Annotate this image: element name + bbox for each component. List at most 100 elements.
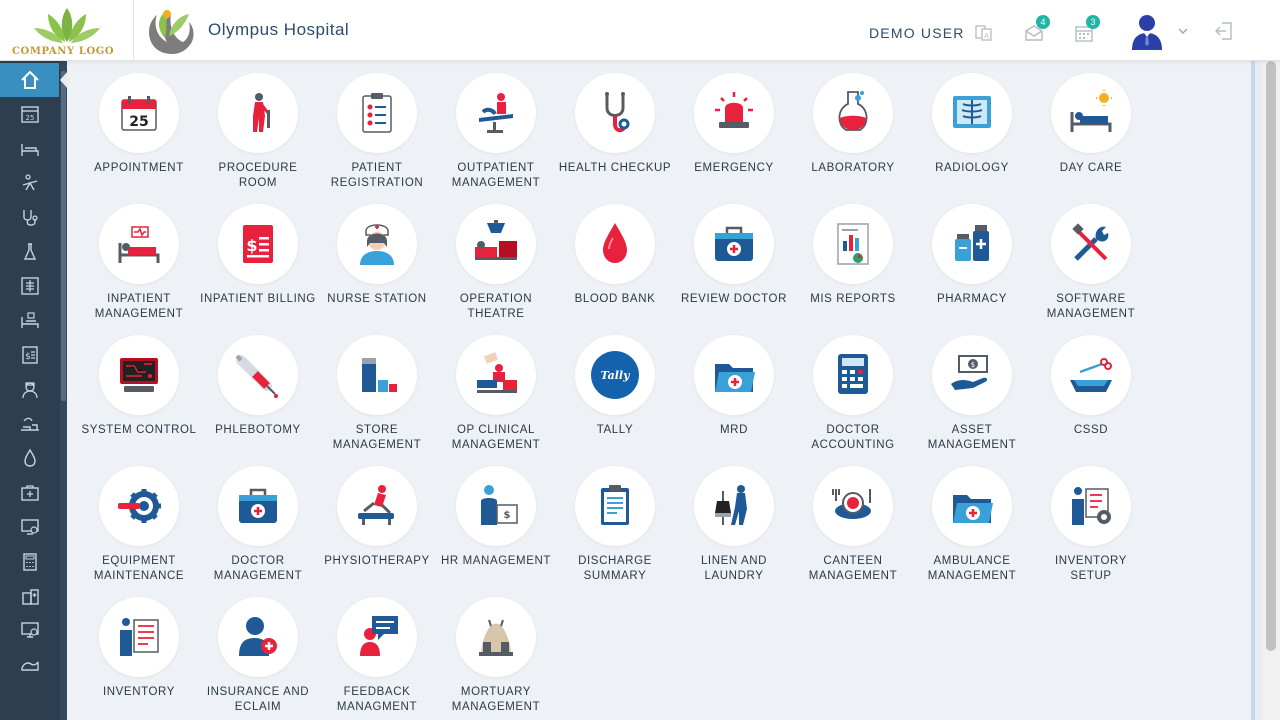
page-scrollbar-thumb[interactable] [1266, 61, 1276, 651]
module-pharmacy[interactable]: PHARMACY [914, 204, 1030, 324]
module-software-management[interactable]: SOFTWARE MANAGEMENT [1033, 204, 1149, 324]
module-radiology[interactable]: RADIOLOGY [914, 73, 1030, 193]
module-icon-circle[interactable] [456, 335, 536, 415]
module-icon-circle[interactable] [99, 335, 179, 415]
module-operation-theatre[interactable]: OPERATION THEATRE [438, 204, 554, 324]
module-icon-circle[interactable]: $ [456, 466, 536, 546]
module-outpatient-management[interactable]: OUTPATIENT MANAGEMENT [438, 73, 554, 193]
module-icon-circle[interactable] [932, 466, 1012, 546]
module-system-control[interactable]: SYSTEM CONTROL [81, 335, 197, 455]
module-icon-circle[interactable] [337, 335, 417, 415]
module-insurance-and-eclaim[interactable]: INSURANCE AND ECLAIM [200, 597, 316, 717]
chevron-down-icon[interactable] [1178, 27, 1188, 35]
module-icon-circle[interactable] [575, 466, 655, 546]
module-store-management[interactable]: STORE MANAGEMENT [319, 335, 435, 455]
module-mis-reports[interactable]: MIS REPORTS [795, 204, 911, 324]
module-icon-circle[interactable] [337, 466, 417, 546]
module-inpatient-management[interactable]: INPATIENT MANAGEMENT [81, 204, 197, 324]
sidebar-scrollbar-thumb[interactable] [61, 71, 66, 401]
module-icon-circle[interactable] [218, 597, 298, 677]
module-icon-circle[interactable] [218, 466, 298, 546]
module-icon-circle[interactable]: 25 [99, 73, 179, 153]
module-icon-circle[interactable] [932, 204, 1012, 284]
module-icon-circle[interactable] [1051, 466, 1131, 546]
module-icon-circle[interactable] [337, 204, 417, 284]
user-avatar-icon[interactable] [1129, 12, 1165, 50]
module-icon-circle[interactable] [337, 73, 417, 153]
module-icon-circle[interactable]: Tally [575, 335, 655, 415]
sidebar-item-calendar[interactable]: 25 [0, 97, 59, 131]
module-icon-circle[interactable] [456, 597, 536, 677]
sidebar-item-tally[interactable] [0, 648, 59, 682]
sidebar-item-bed[interactable] [0, 132, 59, 166]
module-day-care[interactable]: DAY CARE [1033, 73, 1149, 193]
module-inpatient-billing[interactable]: $ INPATIENT BILLING [200, 204, 316, 324]
module-cssd[interactable]: CSSD [1033, 335, 1149, 455]
module-canteen-management[interactable]: CANTEEN MANAGEMENT [795, 466, 911, 586]
module-icon-circle[interactable] [99, 204, 179, 284]
module-icon-circle[interactable] [694, 204, 774, 284]
module-linen-and-laundry[interactable]: LINEN AND LAUNDRY [676, 466, 792, 586]
module-tally[interactable]: Tally TALLY [557, 335, 673, 455]
sidebar-item-radiology[interactable] [0, 269, 59, 303]
sidebar-item-stethoscope[interactable] [0, 201, 59, 235]
module-hr-management[interactable]: $ HR MANAGEMENT [438, 466, 554, 586]
module-icon-circle[interactable] [813, 73, 893, 153]
module-icon-circle[interactable] [694, 466, 774, 546]
module-ambulance-management[interactable]: AMBULANCE MANAGEMENT [914, 466, 1030, 586]
module-patient-registration[interactable]: PATIENT REGISTRATION [319, 73, 435, 193]
module-inventory[interactable]: INVENTORY [81, 597, 197, 717]
module-icon-circle[interactable] [218, 73, 298, 153]
sidebar-item-computer[interactable] [0, 613, 59, 647]
module-mrd[interactable]: MRD [676, 335, 792, 455]
module-doctor-management[interactable]: DOCTOR MANAGEMENT [200, 466, 316, 586]
module-icon-circle[interactable] [813, 335, 893, 415]
sidebar-item-first-aid[interactable] [0, 476, 59, 510]
sidebar-item-calculator[interactable] [0, 545, 59, 579]
module-review-doctor[interactable]: REVIEW DOCTOR [676, 204, 792, 324]
sidebar-item-daycare-bed[interactable] [0, 304, 59, 338]
module-icon-circle[interactable]: $ [218, 204, 298, 284]
sidebar-item-billing[interactable]: $ [0, 338, 59, 372]
module-doctor-accounting[interactable]: DOCTOR ACCOUNTING [795, 335, 911, 455]
module-icon-circle[interactable] [99, 597, 179, 677]
module-appointment[interactable]: 25 APPOINTMENT [81, 73, 197, 193]
module-icon-circle[interactable] [99, 466, 179, 546]
module-emergency[interactable]: EMERGENCY [676, 73, 792, 193]
module-icon-circle[interactable] [813, 204, 893, 284]
module-health-checkup[interactable]: HEALTH CHECKUP [557, 73, 673, 193]
user-name[interactable]: DEMO USER [869, 25, 965, 41]
module-nurse-station[interactable]: NURSE STATION [319, 204, 435, 324]
module-icon-circle[interactable] [932, 73, 1012, 153]
module-inventory-setup[interactable]: INVENTORY SETUP [1033, 466, 1149, 586]
module-icon-circle[interactable] [575, 204, 655, 284]
module-icon-circle[interactable] [694, 73, 774, 153]
module-feedback-managment[interactable]: FEEDBACK MANAGMENT [319, 597, 435, 717]
module-icon-circle[interactable] [218, 335, 298, 415]
page-scrollbar[interactable] [1262, 61, 1280, 720]
sidebar-item-procedure[interactable] [0, 166, 59, 200]
module-mortuary-management[interactable]: MORTUARY MANAGEMENT [438, 597, 554, 717]
sidebar-item-home[interactable] [0, 63, 59, 97]
sidebar-item-monitor-settings[interactable] [0, 510, 59, 544]
sidebar-item-nurse[interactable] [0, 373, 59, 407]
sidebar-item-operation[interactable] [0, 407, 59, 441]
module-asset-management[interactable]: $ ASSET MANAGEMENT [914, 335, 1030, 455]
company-logo[interactable]: COMPANY LOGO [0, 0, 134, 61]
module-phlebotomy[interactable]: PHLEBOTOMY [200, 335, 316, 455]
sidebar-item-lab[interactable] [0, 235, 59, 269]
module-icon-circle[interactable]: $ [932, 335, 1012, 415]
module-equipment-maintenance[interactable]: EQUIPMENT MAINTENANCE [81, 466, 197, 586]
module-blood-bank[interactable]: BLOOD BANK [557, 204, 673, 324]
module-procedure-room[interactable]: PROCEDURE ROOM [200, 73, 316, 193]
module-icon-circle[interactable] [694, 335, 774, 415]
module-icon-circle[interactable] [813, 466, 893, 546]
module-icon-circle[interactable] [575, 73, 655, 153]
module-icon-circle[interactable] [456, 204, 536, 284]
module-icon-circle[interactable] [1051, 335, 1131, 415]
module-physiotherapy[interactable]: PHYSIOTHERAPY [319, 466, 435, 586]
sidebar-item-blood-drop[interactable] [0, 441, 59, 475]
module-icon-circle[interactable] [456, 73, 536, 153]
module-icon-circle[interactable] [337, 597, 417, 677]
logout-icon[interactable] [1214, 21, 1234, 41]
